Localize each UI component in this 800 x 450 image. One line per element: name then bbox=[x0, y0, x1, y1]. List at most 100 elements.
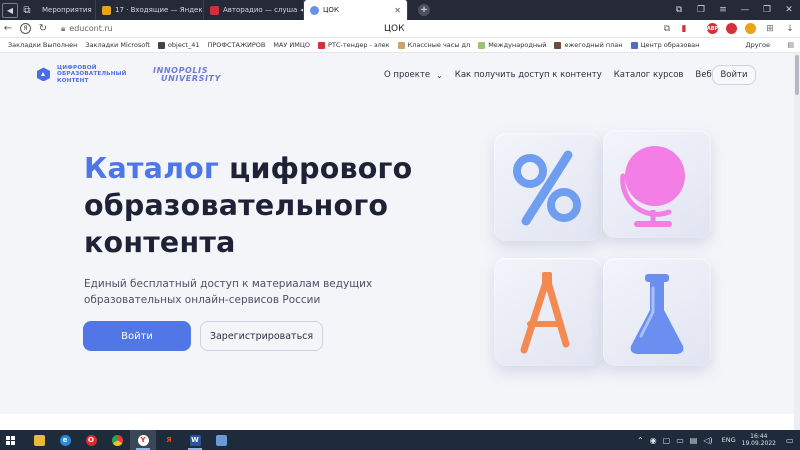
bookmarks-bar: Закладки Выполнен Закладки Microsoft obj… bbox=[0, 38, 800, 53]
restore-icon[interactable]: ❐ bbox=[756, 5, 778, 15]
innopolis-logo[interactable]: INNOPOLIS UNIVERSITY bbox=[153, 67, 221, 83]
play-icon bbox=[210, 5, 219, 15]
compass-tile bbox=[494, 258, 602, 366]
file-explorer-icon[interactable] bbox=[26, 430, 52, 450]
bookmarks-other[interactable]: Другое bbox=[746, 41, 770, 49]
address-bar: ← Я ↻ 🔒︎ educont.ru ЦОК ⧉ ▮ ABP ⊞ ↓ bbox=[0, 20, 800, 38]
back-icon[interactable]: ← bbox=[0, 23, 16, 34]
network-icon[interactable]: ▤ bbox=[690, 436, 698, 445]
app-icon[interactable] bbox=[208, 430, 234, 450]
volume-icon[interactable]: ◁) bbox=[703, 436, 712, 445]
tab-label: Мероприятия bbox=[42, 6, 92, 14]
minimize-icon[interactable]: — bbox=[734, 5, 756, 15]
logo-hex-icon bbox=[37, 67, 50, 82]
url-field[interactable]: educont.ru bbox=[69, 24, 112, 33]
bookmark-item[interactable]: Закладки Microsoft bbox=[85, 41, 150, 49]
yandex-icon[interactable]: Я bbox=[156, 430, 182, 450]
percent-tile bbox=[494, 133, 602, 241]
clock[interactable]: 16:44 19.09.2022 bbox=[742, 433, 776, 447]
tab-events[interactable]: Мероприятия bbox=[36, 0, 96, 20]
bookmark-flag-icon[interactable]: ▮ bbox=[677, 24, 691, 34]
windows-icon bbox=[5, 435, 15, 445]
extension-icon[interactable] bbox=[745, 23, 756, 34]
bookmark-icon bbox=[554, 41, 562, 49]
chrome-icon[interactable] bbox=[104, 430, 130, 450]
bookmark-item[interactable]: Классные часы дл bbox=[397, 41, 470, 49]
yandex-browser-icon[interactable]: Y bbox=[130, 430, 156, 450]
page-title-label: ЦОК bbox=[384, 23, 405, 34]
nav-about[interactable]: О проекте ⌄ bbox=[384, 70, 443, 80]
bookmark-item[interactable]: Международный bbox=[478, 41, 546, 49]
menu-icon[interactable]: ≡ bbox=[712, 5, 734, 15]
bookmark-icon bbox=[157, 41, 165, 49]
bookmark-icon[interactable]: ❐ bbox=[690, 5, 712, 15]
system-tray: ⌃ ◉ ▢ ▭ ▤ ◁) ENG 16:44 19.09.2022 ▭ bbox=[634, 433, 800, 447]
globe-icon bbox=[620, 146, 685, 227]
hero-login-button[interactable]: Войти bbox=[83, 321, 191, 351]
close-window-icon[interactable]: ✕ bbox=[778, 5, 800, 15]
language-indicator[interactable]: ENG bbox=[722, 436, 736, 444]
bookmark-item[interactable]: Центр образован bbox=[630, 41, 699, 49]
mail-icon bbox=[102, 5, 111, 15]
bookmark-item[interactable]: ПРОФСТАЖИРОВ bbox=[207, 41, 265, 49]
windows-taskbar: e O Y Я W ⌃ ◉ ▢ ▭ ▤ ◁) ENG 16:44 19.09.2… bbox=[0, 430, 800, 450]
hero-title-accent: Каталог bbox=[84, 152, 220, 185]
opera-icon[interactable]: O bbox=[78, 430, 104, 450]
close-tab-icon[interactable]: ✕ bbox=[394, 6, 401, 15]
bookmark-item[interactable]: Закладки Выполнен bbox=[8, 41, 77, 49]
word-icon[interactable]: W bbox=[182, 430, 208, 450]
tabs-menu-icon[interactable]: ⧉ bbox=[18, 0, 36, 20]
bookmark-icon bbox=[630, 41, 638, 49]
bookmark-item[interactable]: МАУ ИМЦО bbox=[273, 41, 310, 49]
tab-label: Авторадио — слуша bbox=[223, 6, 298, 14]
page-scrollbar[interactable] bbox=[794, 53, 800, 430]
percent-icon bbox=[513, 150, 581, 226]
copy-icon[interactable]: ⧉ bbox=[657, 24, 677, 34]
show-hidden-icons-icon[interactable]: ⌃ bbox=[637, 436, 644, 445]
nav-access[interactable]: Как получить доступ к контенту bbox=[455, 70, 602, 80]
new-tab-icon[interactable]: + bbox=[418, 4, 430, 16]
chevron-down-icon: ⌄ bbox=[436, 70, 443, 80]
battery-icon[interactable]: ▭ bbox=[676, 436, 684, 445]
globe-tile bbox=[603, 130, 711, 238]
collections-icon[interactable]: ⧉ bbox=[668, 5, 690, 15]
bookmark-icon bbox=[478, 41, 486, 49]
download-icon[interactable]: ↓ bbox=[780, 24, 800, 34]
bookmark-icon bbox=[318, 41, 326, 49]
nav-catalog[interactable]: Каталог курсов bbox=[614, 70, 684, 80]
compass-icon bbox=[520, 272, 570, 354]
tray-app-icon[interactable]: ◉ bbox=[650, 436, 657, 445]
sound-icon[interactable]: ◀ bbox=[2, 2, 18, 18]
browser-tab-strip: ◀ ⧉ Мероприятия 17 · Входящие — Яндекс. … bbox=[0, 0, 800, 20]
bookmarks-folder-icon[interactable]: ▤ bbox=[787, 41, 794, 49]
yandex-icon[interactable]: Я bbox=[20, 23, 31, 34]
tray-app-icon[interactable]: ▢ bbox=[663, 436, 671, 445]
scrollbar-thumb[interactable] bbox=[795, 55, 799, 95]
hero-subtitle: Единый бесплатный доступ к материалам ве… bbox=[84, 278, 373, 306]
lock-icon[interactable]: 🔒︎ bbox=[61, 24, 65, 34]
start-button[interactable] bbox=[0, 430, 20, 450]
site-logo[interactable]: ЦИФРОВОЙ ОБРАЗОВАТЕЛЬНЫЙ КОНТЕНТ bbox=[37, 65, 126, 84]
extension-icon[interactable] bbox=[726, 23, 737, 34]
edge-icon[interactable]: e bbox=[52, 430, 78, 450]
main-nav: О проекте ⌄ Как получить доступ к контент… bbox=[384, 70, 752, 80]
adblock-icon[interactable]: ABP bbox=[707, 23, 718, 34]
notifications-icon[interactable]: ▭ bbox=[786, 436, 800, 445]
extensions-icon[interactable]: ⊞ bbox=[760, 24, 780, 34]
site-favicon-icon bbox=[310, 5, 319, 15]
register-button[interactable]: Зарегистрироваться bbox=[200, 321, 323, 351]
tab-label: 17 · Входящие — Яндекс. bbox=[115, 6, 204, 14]
header-login-button[interactable]: Войти bbox=[712, 65, 756, 85]
flask-icon bbox=[630, 274, 684, 354]
next-section bbox=[0, 414, 800, 430]
reload-icon[interactable]: ↻ bbox=[35, 23, 51, 34]
bookmark-item[interactable]: object_41 bbox=[157, 41, 199, 49]
bookmark-item[interactable]: ежегодный план bbox=[554, 41, 623, 49]
tab-cok[interactable]: ЦОК ✕ bbox=[304, 0, 408, 20]
flask-tile bbox=[603, 258, 711, 366]
bookmark-item[interactable]: РТС-тендер - элек bbox=[318, 41, 390, 49]
tab-radio[interactable]: Авторадио — слуша ◀× bbox=[204, 0, 304, 20]
tab-mail[interactable]: 17 · Входящие — Яндекс. bbox=[96, 0, 204, 20]
site-header: ЦИФРОВОЙ ОБРАЗОВАТЕЛЬНЫЙ КОНТЕНТ INNOPOL… bbox=[0, 53, 800, 97]
bookmark-icon bbox=[397, 41, 405, 49]
